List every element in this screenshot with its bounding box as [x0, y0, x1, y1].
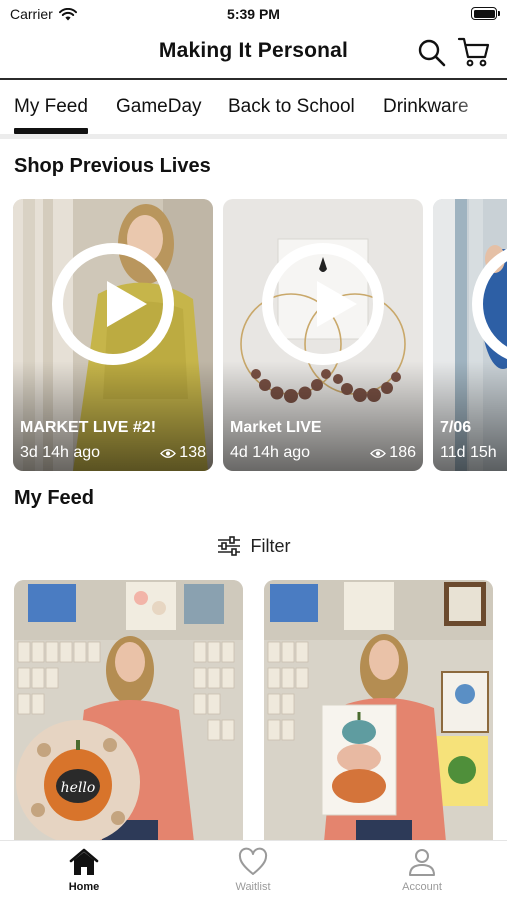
feed-item[interactable] — [264, 580, 493, 842]
pumpkin-sign-text: hello — [61, 780, 96, 796]
live-views: 186 — [370, 444, 416, 462]
feed-item-image — [264, 580, 493, 842]
live-time: 3d 14h ago — [20, 444, 101, 461]
filter-label: Filter — [250, 535, 291, 556]
person-icon — [409, 849, 435, 876]
home-icon — [69, 848, 99, 875]
cart-icon[interactable] — [457, 36, 491, 68]
category-tabs: My Feed GameDay Back to School Drinkware — [0, 80, 507, 136]
live-time: 11d 15h — [440, 444, 497, 461]
feed-item-image: hello — [14, 580, 243, 842]
tabs-divider — [0, 134, 507, 139]
tab-back-to-school[interactable]: Back to School — [228, 96, 355, 118]
heart-icon — [238, 847, 268, 875]
live-time: 4d 14h ago — [230, 444, 311, 461]
feed-section-title: My Feed — [14, 487, 95, 509]
sliders-icon — [217, 536, 240, 556]
search-icon[interactable] — [417, 38, 447, 68]
play-icon[interactable] — [52, 243, 174, 365]
status-bar: Carrier 5:39 PM — [0, 0, 507, 28]
tab-my-feed[interactable]: My Feed — [14, 96, 88, 134]
nav-waitlist[interactable]: Waitlist — [193, 847, 313, 893]
play-icon[interactable] — [262, 243, 384, 365]
live-card[interactable]: 7/06 11d 15h — [433, 199, 507, 471]
tabs-fade — [447, 80, 507, 136]
nav-waitlist-label: Waitlist — [235, 881, 271, 893]
nav-home[interactable]: Home — [24, 847, 144, 893]
feed-item[interactable]: hello — [14, 580, 243, 842]
live-title: 7/06 — [440, 419, 472, 436]
live-card[interactable]: MARKET LIVE #2! 3d 14h ago 138 — [13, 199, 213, 471]
views-count: 186 — [389, 444, 416, 461]
status-time: 5:39 PM — [227, 6, 280, 22]
lives-carousel[interactable]: MARKET LIVE #2! 3d 14h ago 138 Market LI… — [0, 199, 507, 471]
bottom-nav: Home Waitlist Account — [0, 840, 507, 900]
nav-account-label: Account — [402, 881, 442, 893]
eye-icon — [370, 448, 387, 458]
views-count: 138 — [179, 444, 206, 461]
eye-icon — [160, 448, 177, 458]
live-title: Market LIVE — [230, 419, 322, 436]
filter-button[interactable]: Filter — [0, 532, 507, 560]
live-card[interactable]: Market LIVE 4d 14h ago 186 — [223, 199, 423, 471]
live-title: MARKET LIVE #2! — [20, 419, 157, 436]
app-header: Making It Personal — [0, 28, 507, 78]
live-views: 138 — [160, 444, 206, 462]
nav-account[interactable]: Account — [362, 847, 482, 893]
nav-home-label: Home — [68, 881, 100, 893]
lives-section-title: Shop Previous Lives — [14, 155, 211, 177]
tab-gameday[interactable]: GameDay — [116, 96, 202, 118]
battery-icon — [471, 7, 500, 20]
